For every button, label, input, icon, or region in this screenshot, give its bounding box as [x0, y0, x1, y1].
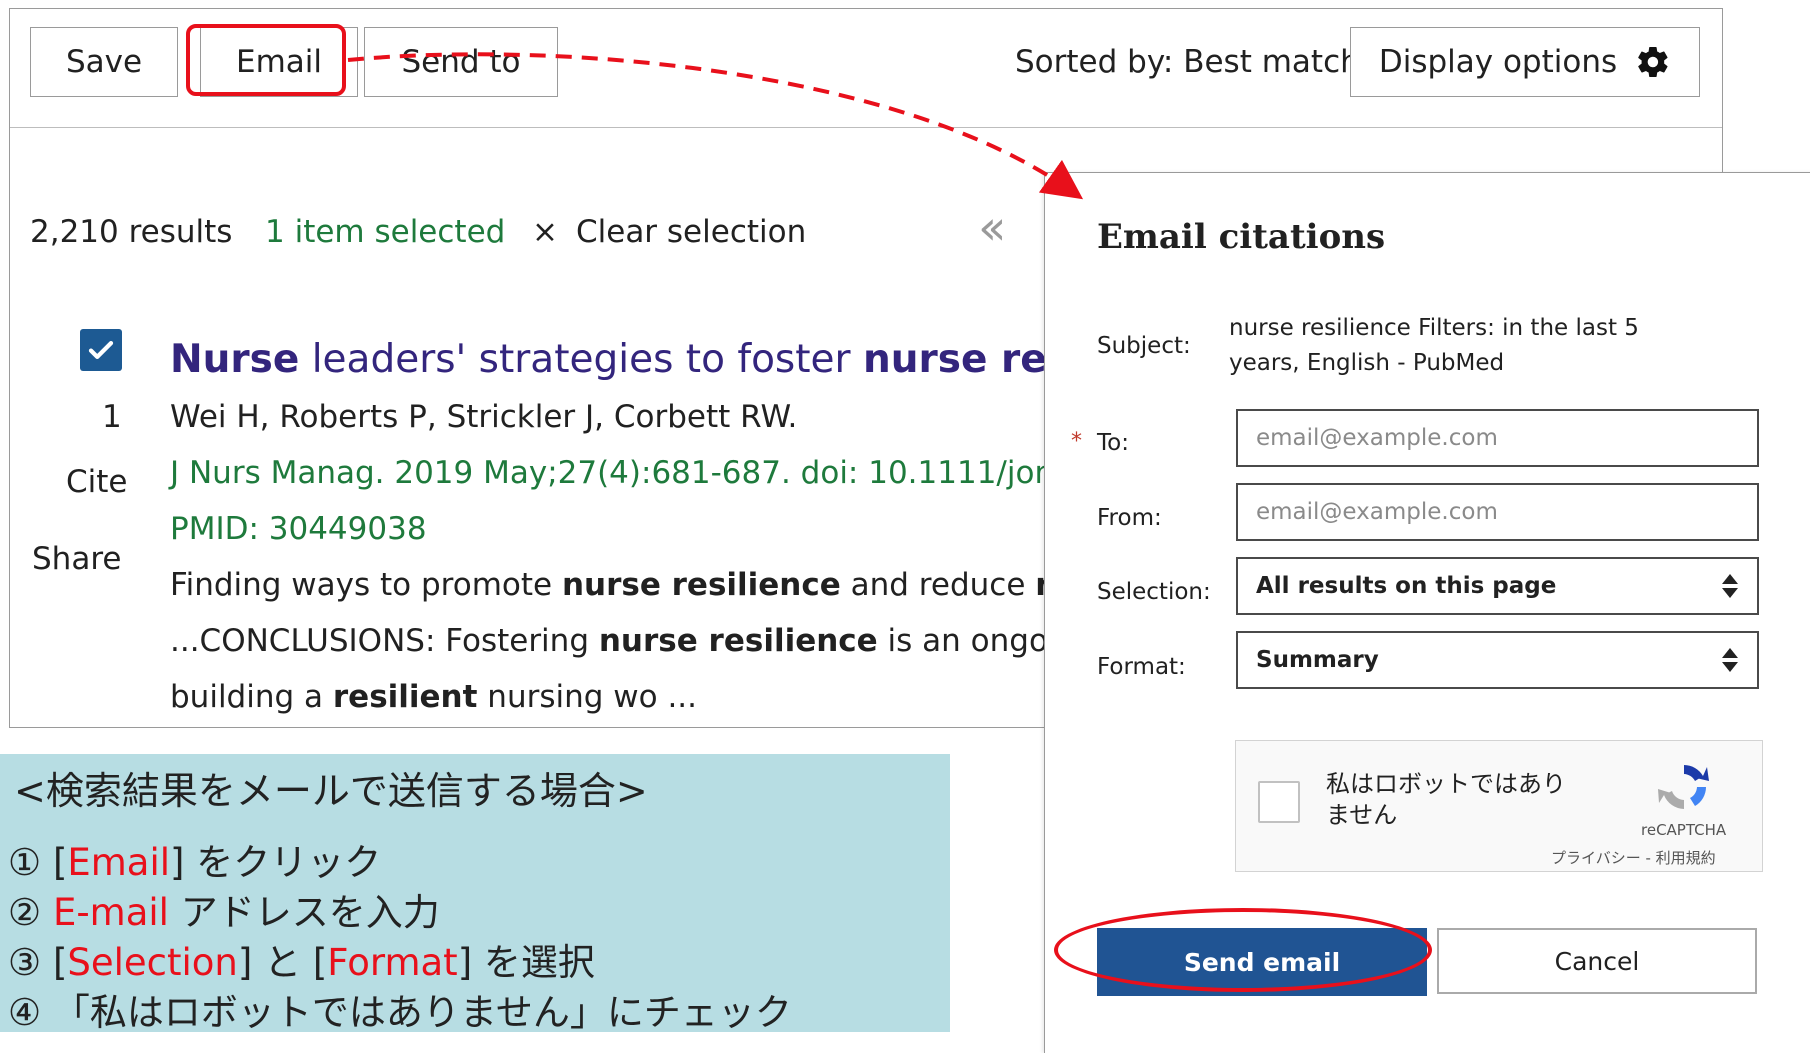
toolbar-divider — [10, 127, 1722, 128]
to-email-field[interactable]: email@example.com — [1236, 409, 1759, 467]
from-label: From: — [1097, 505, 1162, 531]
checkmark-icon — [88, 341, 114, 359]
result-snippet-line: ...CONCLUSIONS: Fostering nurse resilien… — [170, 623, 1136, 659]
save-button[interactable]: Save — [30, 27, 178, 97]
snippet-highlight: nurse resilience — [598, 623, 878, 659]
sort-label[interactable]: Sorted by: Best match — [1015, 44, 1360, 80]
result-snippet-line: Finding ways to promote nurse resilience… — [170, 567, 1134, 603]
snippet-text: nursing wo ... — [477, 679, 698, 715]
result-title-link[interactable]: Nurse leaders' strategies to foster nurs… — [170, 337, 1136, 382]
step-bracket: [ — [312, 941, 328, 984]
send-email-highlight-annotation — [1054, 908, 1432, 992]
to-label: To: — [1097, 430, 1129, 456]
from-email-field[interactable]: email@example.com — [1236, 483, 1759, 541]
recaptcha-checkbox[interactable] — [1258, 781, 1300, 823]
title-text: leaders' strategies to foster — [299, 337, 863, 382]
result-index: 1 — [102, 399, 122, 435]
step-text: を選択 — [472, 941, 595, 984]
clear-selection-button[interactable]: × Clear selection — [532, 214, 806, 250]
step-keyword: Email — [67, 841, 171, 884]
step-bracket: ] — [170, 841, 185, 884]
snippet-text: Finding ways to promote — [170, 567, 562, 603]
double-chevron-left-icon[interactable]: ‹‹ — [978, 204, 1007, 252]
step-text: アドレスを入力 — [168, 891, 440, 934]
recaptcha-widget: 私はロボットではありません reCAPTCHA プライバシー - 利用規約 — [1235, 740, 1763, 872]
clear-selection-label: Clear selection — [575, 214, 807, 250]
instruction-title: <検索結果をメールで送信する場合> — [14, 769, 648, 813]
snippet-highlight: resilient — [332, 679, 478, 715]
snippet-text: building a — [170, 679, 333, 715]
format-value: Summary — [1256, 647, 1379, 673]
close-icon: × — [532, 214, 558, 250]
selection-value: All results on this page — [1256, 573, 1557, 599]
format-select[interactable]: Summary — [1236, 631, 1759, 689]
step-bracket: [ — [52, 841, 68, 884]
instruction-step-2: ② E-mail アドレスを入力 — [8, 882, 440, 936]
result-snippet-line: building a resilient nursing wo ... — [170, 679, 697, 715]
required-marker: * — [1071, 429, 1082, 454]
send-to-button[interactable]: Send to — [364, 27, 558, 97]
snippet-highlight: nurse resilience — [561, 567, 841, 603]
dialog-title: Email citations — [1097, 217, 1386, 257]
share-button[interactable]: Share — [32, 541, 121, 577]
format-label: Format: — [1097, 654, 1186, 680]
selected-count: 1 item selected — [265, 214, 506, 250]
step-bracket: [ — [52, 941, 68, 984]
snippet-text: ...CONCLUSIONS: Fostering — [170, 623, 599, 659]
display-options-button[interactable]: Display options — [1350, 27, 1700, 97]
result-authors: Wei H, Roberts P, Strickler J, Corbett R… — [170, 399, 798, 435]
gear-icon — [1638, 46, 1668, 78]
recaptcha-label: 私はロボットではありません — [1326, 770, 1566, 829]
instruction-step-1: ① [Email] をクリック — [8, 832, 381, 886]
result-citation: J Nurs Manag. 2019 May;27(4):681-687. do… — [170, 455, 1134, 491]
results-count: 2,210 results — [30, 214, 233, 250]
step-bracket: ] — [457, 941, 473, 984]
recaptcha-icon — [1658, 765, 1709, 809]
result-checkbox[interactable] — [80, 329, 122, 371]
result-pmid: PMID: 30449038 — [170, 511, 427, 547]
cancel-button[interactable]: Cancel — [1437, 928, 1757, 994]
instruction-box: <検索結果をメールで送信する場合> ① [Email] をクリック ② E-ma… — [0, 754, 950, 1034]
recaptcha-links[interactable]: プライバシー - 利用規約 — [1551, 847, 1716, 868]
step-keyword: Format — [327, 941, 458, 984]
step-number: ① — [8, 841, 42, 884]
recaptcha-brand: reCAPTCHA — [1641, 821, 1727, 839]
selection-select[interactable]: All results on this page — [1236, 557, 1759, 615]
selection-label: Selection: — [1097, 579, 1211, 605]
instruction-step-4: ④ 「私はロボットではありません」にチェック — [8, 991, 792, 1034]
sort-arrows-icon — [1722, 648, 1738, 672]
step-text: をクリック — [184, 841, 382, 884]
email-highlight-annotation — [186, 24, 346, 96]
instruction-step-3: ③ [Selection] と [Format] を選択 — [8, 932, 595, 986]
title-highlight: Nurse — [170, 337, 300, 382]
step-bracket: ] — [237, 941, 253, 984]
step-keyword: E-mail — [52, 891, 169, 934]
cite-button[interactable]: Cite — [66, 464, 128, 500]
snippet-text: and reduce — [840, 567, 1036, 603]
step-number: ② — [8, 891, 42, 934]
subject-value: nurse resilience Filters: in the last 5 … — [1229, 315, 1639, 376]
step-text: と — [252, 941, 313, 984]
sort-arrows-icon — [1722, 574, 1738, 598]
display-options-label: Display options — [1378, 44, 1618, 80]
step-keyword: Selection — [67, 941, 238, 984]
step-number: ③ — [8, 941, 42, 984]
subject-label: Subject: — [1097, 333, 1191, 359]
